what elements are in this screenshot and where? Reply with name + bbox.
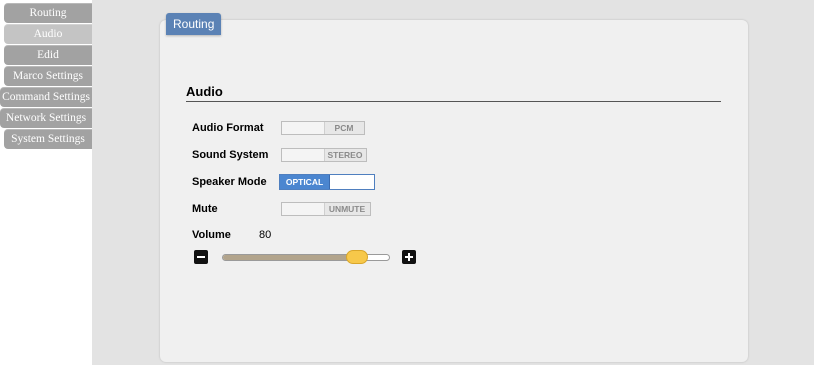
sidebar-item-command-settings[interactable]: Command Settings [0,87,92,107]
sidebar-item-routing[interactable]: Routing [4,3,92,23]
volume-slider-fill [223,255,352,260]
settings-panel [160,20,748,362]
mute-toggle[interactable]: UNMUTE [281,202,371,216]
sound-system-toggle[interactable]: STEREO [281,148,367,162]
audio-format-toggle[interactable]: PCM [281,121,365,135]
panel-tab-routing[interactable]: Routing [166,13,222,35]
sidebar-item-label: System Settings [11,133,85,145]
sidebar-item-label: Audio [33,28,63,40]
volume-slider[interactable] [222,250,390,264]
sidebar-item-label: Network Settings [5,112,87,124]
sidebar-item-network-settings[interactable]: Network Settings [0,108,92,128]
volume-value: 80 [259,229,272,241]
speaker-mode-value: OPTICAL [280,175,330,189]
minus-icon[interactable] [194,250,208,264]
mute-value: UNMUTE [328,204,366,214]
sidebar-item-label: Command Settings [2,91,90,103]
section-title: Audio [186,84,223,99]
volume-slider-thumb[interactable] [346,250,368,264]
audio-format-value: PCM [334,123,354,133]
sound-system-label: Sound System [192,149,269,161]
sidebar-item-label: Routing [29,7,67,19]
sidebar-item-system-settings[interactable]: System Settings [4,129,92,149]
sidebar-item-marco-settings[interactable]: Marco Settings [4,66,92,86]
sidebar-item-label: Edid [37,49,59,61]
audio-format-label: Audio Format [192,122,264,134]
mute-label: Mute [192,203,218,215]
sidebar-item-audio[interactable]: Audio [4,24,92,44]
sidebar-item-label: Marco Settings [13,70,83,82]
section-divider [186,101,721,102]
sidebar-nav: Routing Audio Edid Marco Settings Comman… [0,0,92,365]
sound-system-value: STEREO [327,150,363,160]
speaker-mode-toggle[interactable]: OPTICAL [279,174,375,190]
volume-label: Volume [192,229,231,241]
sidebar-item-edid[interactable]: Edid [4,45,92,65]
plus-icon[interactable] [402,250,416,264]
speaker-mode-label: Speaker Mode [192,176,267,188]
